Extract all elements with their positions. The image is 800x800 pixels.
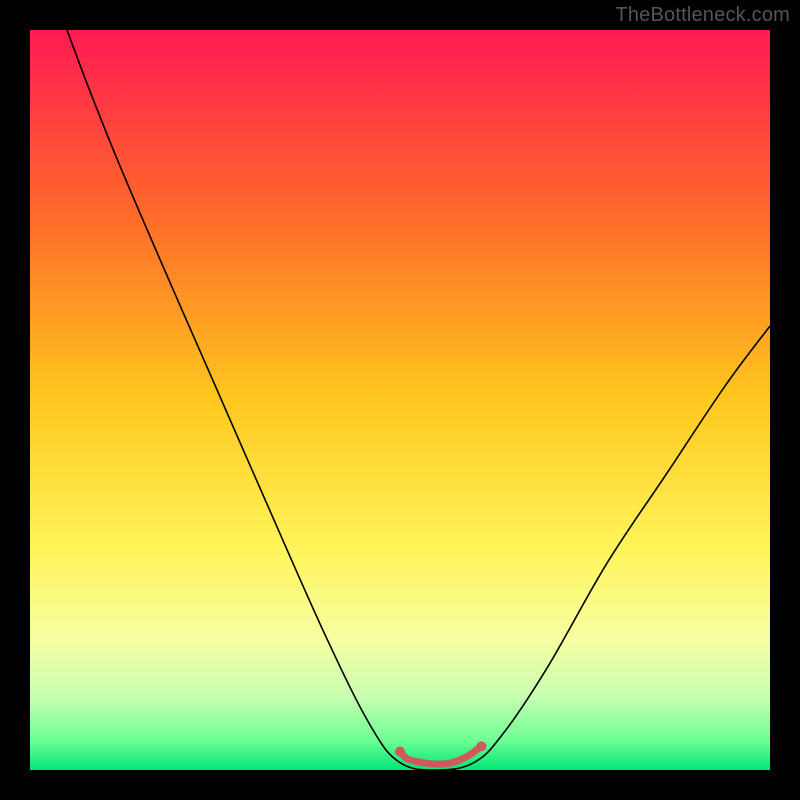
chart-frame: TheBottleneck.com (0, 0, 800, 800)
chart-svg (30, 30, 770, 770)
valley-marker-dot-1 (476, 741, 486, 751)
valley-marker-dot-0 (395, 747, 405, 757)
watermark-text: TheBottleneck.com (615, 4, 790, 27)
gradient-background (30, 30, 770, 770)
plot-area (30, 30, 770, 770)
